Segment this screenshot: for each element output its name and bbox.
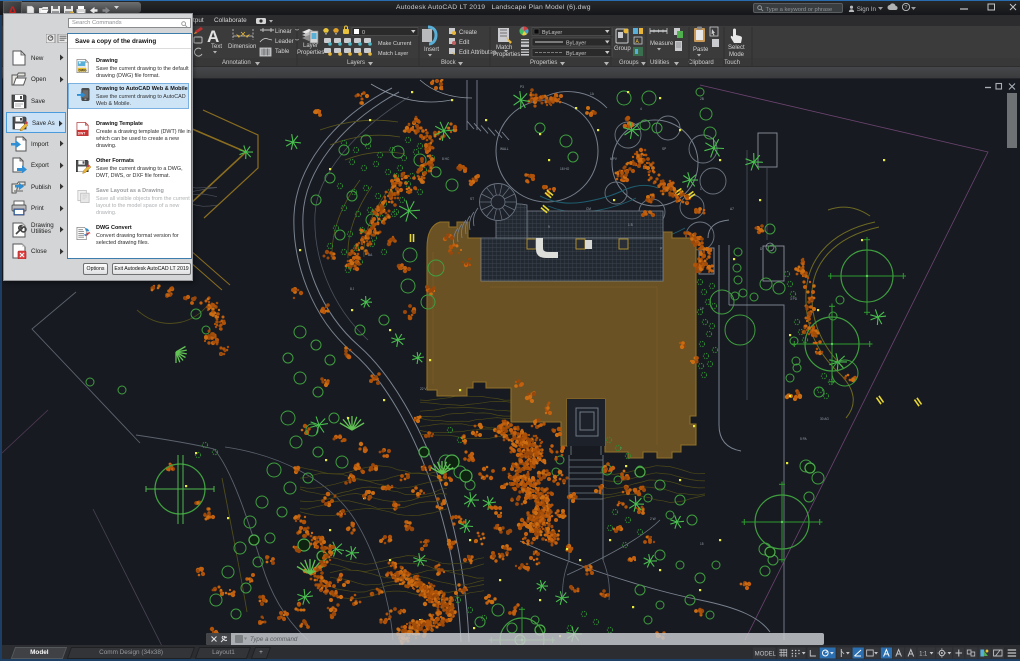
- svg-text:6 PV: 6 PV: [610, 157, 618, 161]
- svg-text:18 HO: 18 HO: [560, 167, 570, 171]
- svg-text:Create: Create: [459, 30, 478, 36]
- svg-text:15: 15: [700, 542, 704, 546]
- svg-text:0: 0: [362, 30, 365, 36]
- svg-text:Properties: Properties: [297, 50, 324, 56]
- svg-text:8 J: 8 J: [350, 287, 355, 291]
- svg-text:DWT: DWT: [78, 131, 87, 135]
- svg-text:2 W: 2 W: [650, 517, 656, 521]
- svg-text:ByLayer: ByLayer: [542, 30, 562, 36]
- svg-text:Edit: Edit: [459, 40, 470, 46]
- svg-text:Layer: Layer: [303, 43, 318, 49]
- svg-text:ByLayer: ByLayer: [566, 51, 586, 57]
- svg-text:9: 9: [548, 225, 550, 229]
- svg-text:SP: SP: [662, 147, 666, 151]
- svg-text:Paste: Paste: [693, 47, 709, 53]
- svg-text:ByLayer: ByLayer: [566, 41, 586, 47]
- svg-text:WALL: WALL: [500, 147, 509, 151]
- svg-text:?: ?: [904, 5, 907, 11]
- svg-text:A7: A7: [730, 207, 734, 211]
- svg-text:1 B: 1 B: [628, 223, 633, 227]
- svg-text:DWG: DWG: [78, 68, 87, 72]
- svg-text:2B: 2B: [700, 97, 704, 101]
- svg-text:P3: P3: [520, 85, 524, 89]
- svg-text:Insert: Insert: [424, 47, 439, 53]
- svg-text:1:1: 1:1: [919, 651, 927, 657]
- svg-text:1: 1: [700, 187, 702, 191]
- svg-text:Select: Select: [728, 45, 745, 51]
- svg-text:MODEL: MODEL: [755, 650, 777, 657]
- svg-text:Leader: Leader: [275, 39, 294, 45]
- svg-text:Make Current: Make Current: [378, 41, 412, 47]
- svg-text:Match: Match: [496, 45, 512, 51]
- svg-text:22 V: 22 V: [420, 387, 427, 391]
- svg-text:3 PD: 3 PD: [790, 297, 798, 301]
- svg-text:8 HC: 8 HC: [442, 157, 450, 161]
- svg-text:Text: Text: [211, 44, 222, 50]
- svg-text:P: P: [660, 247, 662, 251]
- svg-text:7: 7: [620, 447, 622, 451]
- svg-text:Measure: Measure: [650, 41, 674, 47]
- svg-text:Group: Group: [614, 46, 631, 52]
- svg-text:Match Layer: Match Layer: [378, 51, 408, 57]
- svg-text:30 AG: 30 AG: [820, 417, 829, 421]
- svg-text:1P: 1P: [700, 307, 704, 311]
- svg-text:Mode: Mode: [729, 52, 745, 58]
- svg-text:Dimension: Dimension: [228, 44, 256, 50]
- svg-text:Linear: Linear: [275, 29, 292, 35]
- svg-text:CM: CM: [586, 207, 591, 211]
- svg-text:ST: ST: [470, 197, 474, 201]
- svg-text:5 PA: 5 PA: [800, 437, 808, 441]
- svg-text:4: 4: [640, 107, 642, 111]
- svg-text:Table: Table: [275, 49, 290, 55]
- svg-text:Properties: Properties: [493, 52, 520, 58]
